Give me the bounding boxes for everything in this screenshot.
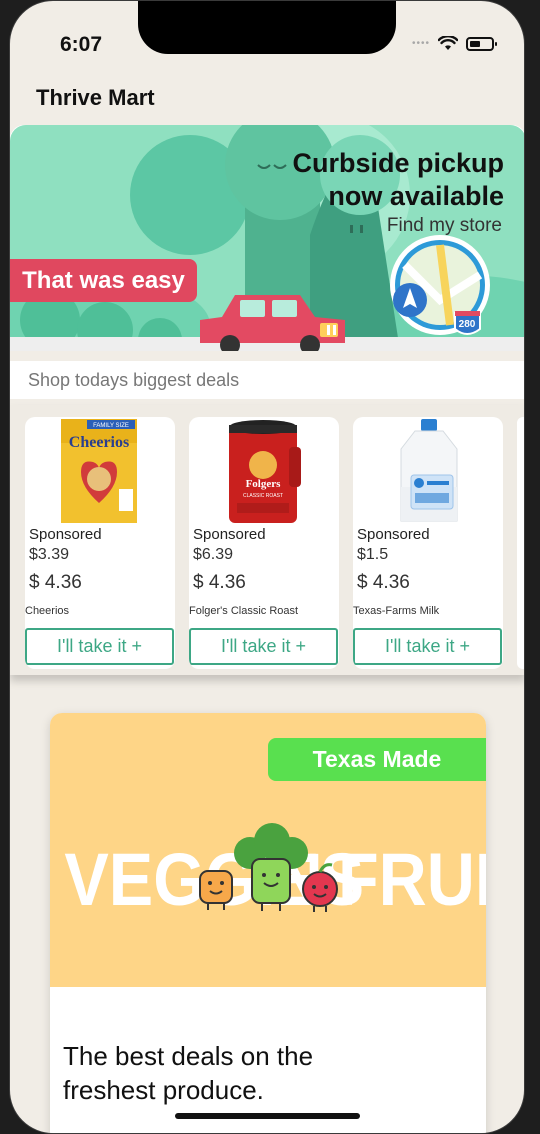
signal-icon: •••• xyxy=(411,38,430,49)
app-title: Thrive Mart xyxy=(36,85,155,110)
cheerios-logo: Cheerios xyxy=(69,434,129,451)
product-price: $1.5 xyxy=(357,546,389,563)
add-to-cart-button[interactable]: I'll take it + xyxy=(25,628,174,665)
product-price-alt: $ 4.36 xyxy=(29,572,82,593)
curbside-banner[interactable]: 280 Curbside pickup now available Find m… xyxy=(10,125,524,351)
folgers-subtitle: CLASSIC ROAST xyxy=(243,493,283,499)
status-time: 6:07 xyxy=(60,33,103,56)
product-sponsored: Sponsored xyxy=(357,526,430,543)
texas-made-card[interactable]: VEGGIES 'N FRUIT xyxy=(50,713,486,1133)
status-icons: •••• xyxy=(411,36,497,51)
product-card-folgers[interactable]: Folgers CLASSIC ROAST Sponsored $6.39 $ … xyxy=(189,417,339,669)
banner-title: Curbside pickup now available xyxy=(244,147,504,213)
product-sponsored: Sponsored xyxy=(193,526,266,543)
product-card-milk[interactable]: Sponsored $1.5 $ 4.36 Texas-Farms Milk I… xyxy=(353,417,503,669)
art-word-fruit: FRUIT xyxy=(338,838,486,921)
product-carousel[interactable]: FAMILY SIZE Cheerios Sponsored $3.39 $ 4… xyxy=(10,405,524,675)
phone-screen: 6:07 •••• Thrive Mart 280 Curbside picku… xyxy=(9,0,525,1134)
product-price: $3.39 xyxy=(29,546,70,563)
wifi-icon xyxy=(438,36,458,50)
home-indicator[interactable] xyxy=(175,1113,360,1119)
product-sponsored: Sponsored xyxy=(29,526,102,543)
cheerios-family-size: FAMILY SIZE xyxy=(93,423,129,429)
status-bar: 6:07 •••• xyxy=(10,1,524,81)
folgers-logo: Folgers xyxy=(246,478,282,490)
product-price: $6.39 xyxy=(193,546,234,563)
product-image-folgers: Folgers CLASSIC ROAST xyxy=(189,417,339,527)
route-sign: 280 xyxy=(459,319,476,330)
product-name: Folger's Classic Roast xyxy=(189,605,299,617)
product-image-milk xyxy=(353,417,503,527)
that-was-easy-badge: That was easy xyxy=(10,259,197,302)
feature-description: The best deals on the freshest produce. xyxy=(63,1041,314,1105)
product-price-alt: $ 4.36 xyxy=(357,572,410,593)
banner-title-line2: now available xyxy=(328,181,504,211)
battery-icon xyxy=(466,36,497,51)
find-store-link[interactable]: Find my store xyxy=(387,215,502,237)
notch xyxy=(138,1,396,54)
product-name: Cheerios xyxy=(25,605,70,617)
add-to-cart-button[interactable]: I'll take it + xyxy=(189,628,338,665)
texas-made-badge: Texas Made xyxy=(268,738,486,781)
deals-section-title: Shop todays biggest deals xyxy=(10,361,524,399)
product-image-cheerios: FAMILY SIZE Cheerios xyxy=(25,417,175,527)
product-card-cheerios[interactable]: FAMILY SIZE Cheerios Sponsored $3.39 $ 4… xyxy=(25,417,175,669)
add-to-cart-button[interactable]: I'll take it + xyxy=(353,628,502,665)
product-name: Texas-Farms Milk xyxy=(353,605,440,617)
banner-title-line1: Curbside pickup xyxy=(292,148,504,178)
product-price-alt: $ 4.36 xyxy=(193,572,246,593)
product-card-partial[interactable] xyxy=(517,417,524,669)
